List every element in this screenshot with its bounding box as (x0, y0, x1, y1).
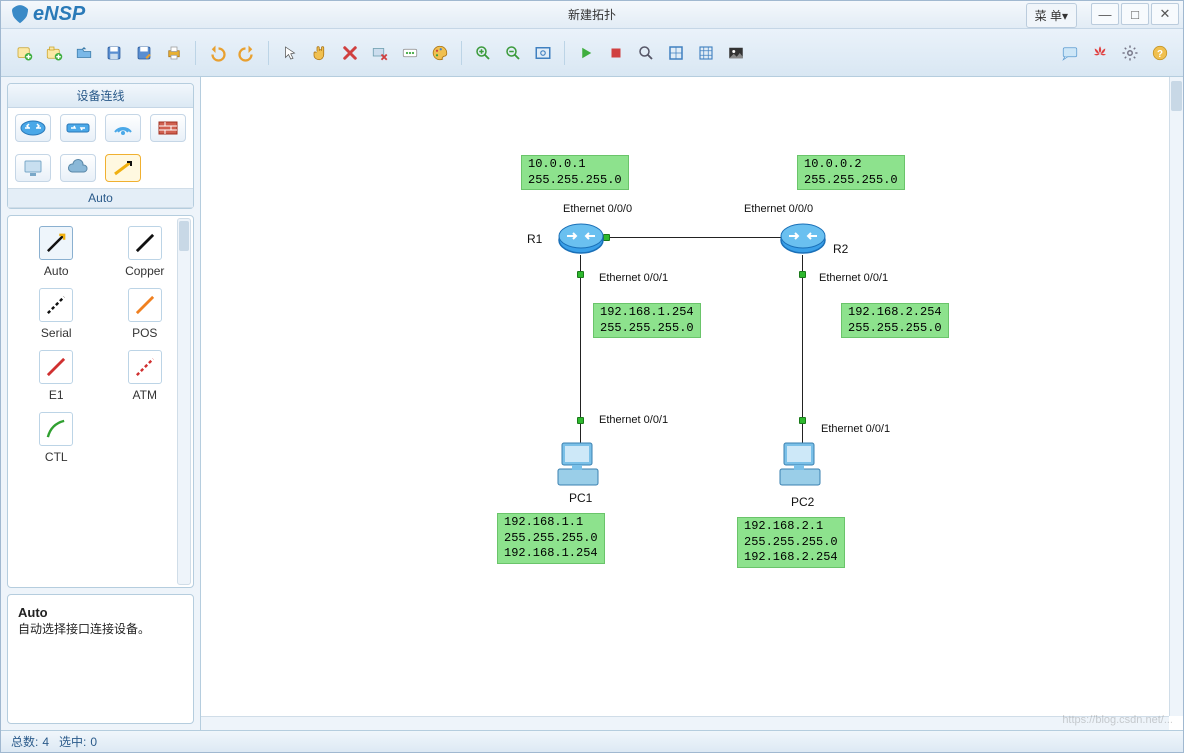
pc2-port: Ethernet 0/0/1 (821, 423, 890, 435)
item-auto[interactable]: Auto (22, 226, 91, 278)
pointer-button[interactable] (277, 40, 303, 66)
huawei-button[interactable] (1087, 40, 1113, 66)
canvas-wrapper: 10.0.0.1 255.255.255.0 10.0.0.2 255.255.… (201, 77, 1183, 730)
items-panel: Auto Copper Serial POS E1 ATM CTL (7, 215, 194, 588)
minimize-button[interactable]: — (1091, 3, 1119, 25)
subcategory-title: Auto (8, 188, 193, 208)
r2-ip-top[interactable]: 10.0.0.2 255.255.255.0 (797, 155, 905, 190)
save-as-button[interactable] (131, 40, 157, 66)
item-atm[interactable]: ATM (111, 350, 180, 402)
status-sel-label: 选中: (59, 733, 86, 750)
category-wireless[interactable] (105, 114, 141, 142)
pc2-config[interactable]: 192.168.2.1 255.255.255.0 192.168.2.254 (737, 517, 845, 568)
new-project-button[interactable] (41, 40, 67, 66)
text-button[interactable] (397, 40, 423, 66)
print-button[interactable] (161, 40, 187, 66)
v-scrollbar[interactable] (1169, 77, 1183, 716)
new-topo-button[interactable] (11, 40, 37, 66)
category-title: 设备连线 (8, 84, 193, 108)
menu-button[interactable]: 菜 单▾ (1026, 3, 1077, 28)
router-r1[interactable] (557, 220, 605, 256)
category-terminal[interactable] (15, 154, 51, 182)
h-scrollbar[interactable] (201, 716, 1169, 730)
status-sel: 0 (90, 735, 97, 749)
topology-canvas[interactable]: 10.0.0.1 255.255.255.0 10.0.0.2 255.255.… (201, 77, 1169, 716)
r2-ip-bottom[interactable]: 192.168.2.254 255.255.255.0 (841, 303, 949, 338)
item-copper[interactable]: Copper (111, 226, 180, 278)
pc1-config[interactable]: 192.168.1.1 255.255.255.0 192.168.1.254 (497, 513, 605, 564)
r1-ip-bottom[interactable]: 192.168.1.254 255.255.255.0 (593, 303, 701, 338)
remove-conn-button[interactable] (367, 40, 393, 66)
capture-button[interactable] (633, 40, 659, 66)
undo-button[interactable] (204, 40, 230, 66)
titlebar: eNSP 新建拓扑 菜 单▾ — □ ✕ (1, 1, 1183, 29)
items-scrollbar[interactable] (177, 218, 191, 585)
settings-button[interactable] (1117, 40, 1143, 66)
main-area: 设备连线 Auto Auto Copper Serial POS E1 ATM CTL Au… (1, 77, 1183, 730)
svg-text:?: ? (1157, 48, 1163, 59)
category-cloud[interactable] (60, 154, 96, 182)
redo-button[interactable] (234, 40, 260, 66)
window-title: 新建拓扑 (568, 6, 616, 23)
link-dot (799, 271, 806, 278)
sidebar: 设备连线 Auto Auto Copper Serial POS E1 ATM CTL Au… (1, 77, 201, 730)
category-link[interactable] (105, 154, 141, 182)
link-dot (577, 417, 584, 424)
category-router[interactable] (15, 114, 51, 142)
item-e1[interactable]: E1 (22, 350, 91, 402)
category-panel: 设备连线 Auto (7, 83, 194, 209)
link-dot (577, 271, 584, 278)
zoom-in-button[interactable] (470, 40, 496, 66)
pan-button[interactable] (307, 40, 333, 66)
item-serial[interactable]: Serial (22, 288, 91, 340)
category-firewall[interactable] (150, 114, 186, 142)
pc1[interactable] (554, 439, 606, 489)
grid-button[interactable] (693, 40, 719, 66)
save-button[interactable] (101, 40, 127, 66)
background-button[interactable] (723, 40, 749, 66)
r2-port-bottom: Ethernet 0/0/1 (819, 272, 888, 284)
status-total-label: 总数: (11, 733, 38, 750)
palette-button[interactable] (427, 40, 453, 66)
item-ctl[interactable]: CTL (22, 412, 91, 464)
status-bar: 总数: 4 选中: 0 (1, 730, 1183, 752)
pc1-port: Ethernet 0/0/1 (599, 414, 668, 426)
help-button[interactable]: ? (1147, 40, 1173, 66)
start-button[interactable] (573, 40, 599, 66)
delete-button[interactable] (337, 40, 363, 66)
show-all-interface-button[interactable] (663, 40, 689, 66)
app-name: eNSP (33, 3, 85, 26)
zoom-out-button[interactable] (500, 40, 526, 66)
stop-button[interactable] (603, 40, 629, 66)
desc-title: Auto (18, 605, 48, 620)
pc1-label: PC1 (569, 491, 592, 505)
pc2[interactable] (776, 439, 828, 489)
message-button[interactable] (1057, 40, 1083, 66)
r2-port-top: Ethernet 0/0/0 (744, 203, 813, 215)
pc2-label: PC2 (791, 495, 814, 509)
category-switch[interactable] (60, 114, 96, 142)
link-dot (799, 417, 806, 424)
desc-body: 自动选择接口连接设备。 (18, 622, 150, 636)
maximize-button[interactable]: □ (1121, 3, 1149, 25)
link-r1-r2[interactable] (606, 237, 800, 238)
logo-icon (9, 5, 31, 25)
open-button[interactable] (71, 40, 97, 66)
toolbar: ? (1, 29, 1183, 77)
window-controls: 菜 单▾ — □ ✕ (1026, 3, 1179, 28)
zoom-fit-button[interactable] (530, 40, 556, 66)
r1-label: R1 (527, 232, 542, 246)
app-logo: eNSP (9, 3, 85, 26)
r1-port-top: Ethernet 0/0/0 (563, 203, 632, 215)
status-total: 4 (42, 735, 49, 749)
description-panel: Auto 自动选择接口连接设备。 (7, 594, 194, 724)
r1-ip-top[interactable]: 10.0.0.1 255.255.255.0 (521, 155, 629, 190)
r1-port-bottom: Ethernet 0/0/1 (599, 272, 668, 284)
close-button[interactable]: ✕ (1151, 3, 1179, 25)
router-r2[interactable] (779, 220, 827, 256)
r2-label: R2 (833, 242, 848, 256)
item-pos[interactable]: POS (111, 288, 180, 340)
